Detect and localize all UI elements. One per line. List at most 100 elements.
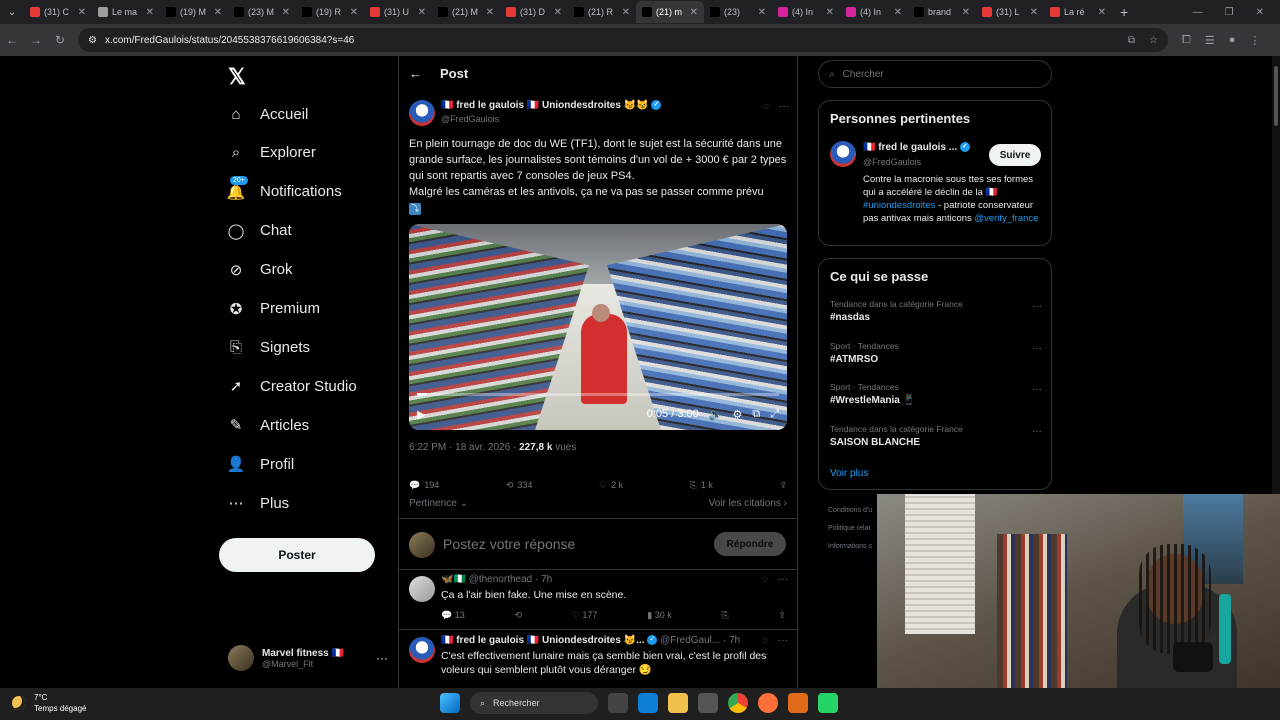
settings-gear-icon[interactable]: ⚙ (732, 408, 742, 421)
see-more-link[interactable]: Voir plus (830, 468, 868, 479)
person-name-row[interactable]: 🇫🇷 fred le gaulois ... ✓ (863, 142, 970, 153)
browser-tab[interactable]: (23) M ✕ (228, 1, 296, 23)
video-player[interactable]: ▶ 0:05 / 3:00 🔈 ⚙ ⧉ ⤢ (409, 224, 787, 430)
browser-menu-icon[interactable]: ⋮ (1249, 34, 1260, 47)
reply-action[interactable]: 💬 194 (409, 476, 439, 494)
footer-link[interactable]: Informations s (828, 538, 878, 556)
bookmark-star-icon[interactable]: ☆ (1149, 35, 1158, 46)
list-item[interactable]: 🇫🇷 fred le gaulois 🇫🇷 Uniondesdroites 😼.… (399, 631, 798, 688)
tab-close-icon[interactable]: ✕ (146, 7, 154, 18)
tab-close-icon[interactable]: ✕ (826, 7, 834, 18)
avatar[interactable] (409, 637, 435, 663)
tab-close-icon[interactable]: ✕ (350, 7, 358, 18)
nav-item-premium[interactable]: ✪ Premium (226, 297, 320, 321)
nav-item-accueil[interactable]: ⌂ Accueil (226, 102, 308, 126)
edge-icon[interactable] (638, 693, 658, 713)
reply-author-handle[interactable]: @FredGaul... · 7h (660, 635, 740, 646)
tab-close-icon[interactable]: ✕ (622, 7, 630, 18)
fullscreen-icon[interactable]: ⤢ (770, 408, 779, 421)
nav-item-plus[interactable]: ⋯ Plus (226, 491, 290, 515)
avatar[interactable] (409, 576, 435, 602)
tab-close-icon[interactable]: ✕ (282, 7, 290, 18)
share-icon[interactable]: ⇪ (778, 610, 786, 621)
site-info-icon[interactable]: ⚙ (88, 35, 97, 46)
new-tab-plus-icon[interactable]: + (1112, 4, 1136, 20)
nav-item-signets[interactable]: ⎘ Signets (226, 335, 310, 359)
extensions-puzzle-icon[interactable]: ⧠ (1182, 34, 1191, 47)
trend-more-icon[interactable]: ··· (1032, 301, 1042, 312)
mention-link[interactable]: @verity_france (974, 213, 1038, 224)
install-app-icon[interactable]: ⧉ (1128, 35, 1135, 46)
browser-tab[interactable]: Le ma ✕ (92, 1, 160, 23)
maximize-icon[interactable]: ❐ (1225, 7, 1234, 18)
reading-list-icon[interactable]: ☰ (1205, 34, 1215, 47)
play-icon[interactable]: ▶ (417, 408, 425, 421)
reply-author-name[interactable]: 🇫🇷 fred le gaulois 🇫🇷 Uniondesdroites 😼.… (441, 635, 645, 646)
chrome-icon[interactable] (728, 693, 748, 713)
nav-item-articles[interactable]: ✎ Articles (226, 413, 309, 437)
trend-more-icon[interactable]: ··· (1032, 426, 1042, 437)
trend-more-icon[interactable]: ··· (1032, 384, 1042, 395)
browser-tab[interactable]: (4) In ✕ (772, 1, 840, 23)
forward-arrow-icon[interactable]: → (24, 33, 48, 47)
tab-close-icon[interactable]: ✕ (554, 7, 562, 18)
grok-icon[interactable]: ◌ (762, 635, 768, 646)
nav-item-notifications[interactable]: 🔔 20+ Notifications (226, 175, 342, 204)
footer-link[interactable]: Politique relat (828, 520, 878, 538)
grok-icon[interactable]: ◌ (763, 101, 769, 112)
reply-action[interactable]: 💬 13 (441, 610, 465, 621)
tab-close-icon[interactable]: ✕ (962, 7, 970, 18)
browser-tab[interactable]: (21) R ✕ (568, 1, 636, 23)
profile-avatar-icon[interactable]: ● (1229, 34, 1236, 47)
more-options-icon[interactable]: ··· (779, 101, 789, 112)
search-input[interactable]: ⌕ Chercher (818, 60, 1052, 88)
sort-dropdown[interactable]: Pertinence ⌄ (409, 498, 468, 509)
like-action[interactable]: ♡ 177 (572, 610, 598, 621)
nav-item-creator-studio[interactable]: ➚ Creator Studio (226, 374, 357, 398)
volume-icon[interactable]: 🔈 (709, 408, 723, 421)
trend-item[interactable]: Tendance dans la catégorie France SAISON … (830, 424, 1042, 448)
tab-close-icon[interactable]: ✕ (1098, 7, 1106, 18)
task-view-icon[interactable] (608, 693, 628, 713)
footer-link[interactable]: Conditions d'u (828, 502, 878, 520)
tab-close-icon[interactable]: ✕ (1030, 7, 1038, 18)
post-timestamp[interactable]: 6:22 PM · 18 avr. 2026 · (409, 442, 519, 453)
tab-close-icon[interactable]: ✕ (690, 7, 698, 18)
tab-close-icon[interactable]: ✕ (78, 7, 86, 18)
pip-icon[interactable]: ⧉ (752, 408, 760, 421)
browser-tab[interactable]: (23) ✕ (704, 1, 772, 23)
browser-tab[interactable]: (21) m ✕ (636, 1, 704, 23)
scrollbar-thumb[interactable] (1274, 66, 1278, 126)
browser-tab[interactable]: (31) L ✕ (976, 1, 1044, 23)
tab-close-icon[interactable]: ✕ (214, 7, 222, 18)
bookmark-action[interactable]: ⎘ 1 k (690, 476, 713, 494)
tab-search-chevron-icon[interactable]: ⌄ (0, 7, 24, 18)
nav-item-explorer[interactable]: ⌕ Explorer (226, 141, 316, 165)
browser-tab[interactable]: (31) D ✕ (500, 1, 568, 23)
windows-start-icon[interactable] (440, 693, 460, 713)
browser-tab[interactable]: brand ✕ (908, 1, 976, 23)
browser-tab[interactable]: (21) M ✕ (432, 1, 500, 23)
author-name-row[interactable]: 🇫🇷 fred le gaulois 🇫🇷 Uniondesdroites 😼😼… (441, 100, 662, 111)
more-options-icon[interactable]: ··· (778, 574, 788, 585)
store-icon[interactable] (698, 693, 718, 713)
reply-author-handle[interactable]: @thenorthead · 7h (469, 574, 553, 585)
view-quotes-link[interactable]: Voir les citations › (709, 498, 787, 509)
list-item[interactable]: 🦋🇳🇬 @thenorthead · 7h Ça a l'air bien fa… (399, 570, 798, 630)
app-icon[interactable] (818, 693, 838, 713)
file-explorer-icon[interactable] (668, 693, 688, 713)
reply-author-name[interactable]: 🦋🇳🇬 (441, 574, 466, 585)
minimize-icon[interactable]: — (1193, 7, 1203, 18)
browser-tab[interactable]: La ré ✕ (1044, 1, 1112, 23)
reply-button[interactable]: Répondre (714, 532, 786, 556)
browser-tab[interactable]: (19) M ✕ (160, 1, 228, 23)
x-logo-icon[interactable]: 𝕏 (228, 64, 246, 90)
account-more-icon[interactable]: ··· (376, 651, 388, 665)
avatar[interactable] (830, 141, 856, 167)
weather-widget[interactable]: 7°C Temps dégagé (12, 692, 86, 714)
nav-item-profil[interactable]: 👤 Profil (226, 452, 295, 476)
nav-item-grok[interactable]: ⊘ Grok (226, 258, 293, 282)
browser-tab[interactable]: (19) R ✕ (296, 1, 364, 23)
grok-icon[interactable]: ◌ (762, 574, 768, 585)
close-window-icon[interactable]: ✕ (1256, 7, 1264, 18)
